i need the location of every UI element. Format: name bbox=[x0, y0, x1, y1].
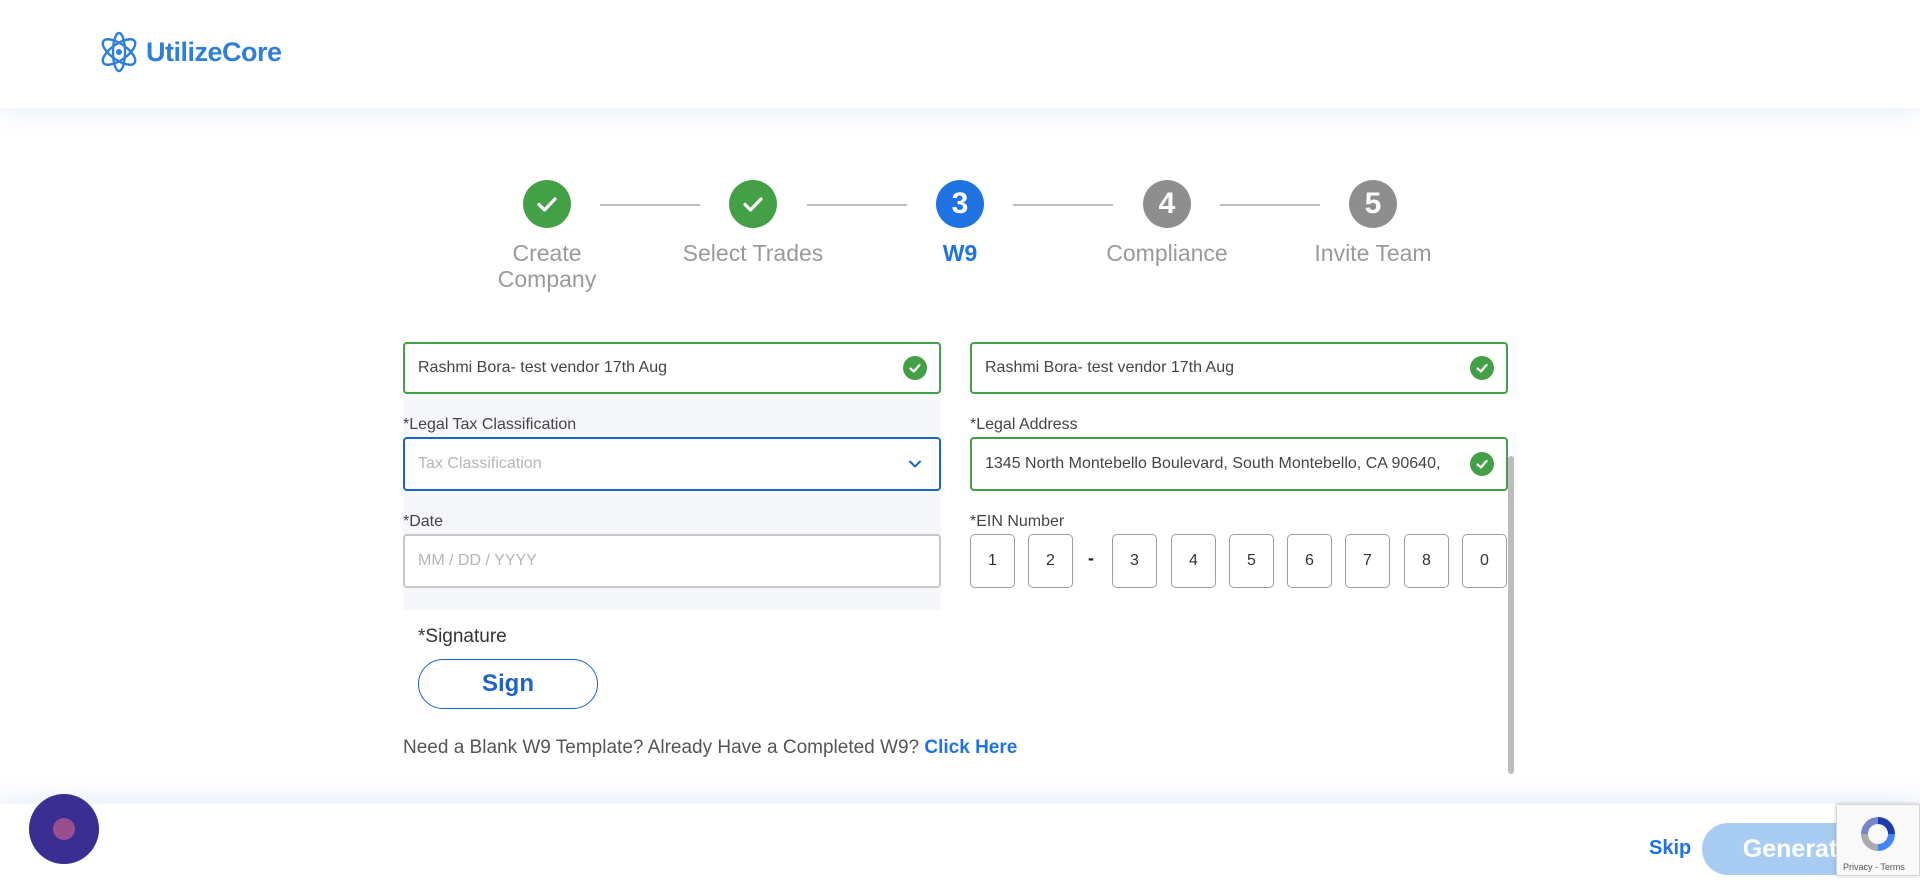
step-number-badge: 5 bbox=[1349, 180, 1397, 228]
step-label: Compliance bbox=[1106, 240, 1228, 266]
valid-check-icon bbox=[1470, 452, 1494, 476]
w9-template-text: Need a Blank W9 Template? Already Have a… bbox=[403, 737, 920, 758]
w9-form: Rashmi Bora- test vendor 17th Aug Rashmi… bbox=[0, 342, 1920, 775]
utilizecore-logo-icon bbox=[101, 31, 137, 73]
ein-separator: - bbox=[1088, 548, 1094, 568]
signature-label: *Signature bbox=[418, 626, 507, 647]
logo-text: UtilizeCore bbox=[146, 36, 282, 67]
ein-digit-input[interactable]: 6 bbox=[1287, 534, 1332, 588]
progress-stepper: Create Company Select Trades 3 W9 4 Comp… bbox=[0, 180, 1920, 300]
ein-digit-input[interactable]: 8 bbox=[1404, 534, 1449, 588]
step-create-company: Create Company bbox=[457, 180, 637, 292]
chat-icon bbox=[53, 818, 75, 840]
step-select-trades: Select Trades bbox=[663, 180, 843, 266]
step-label: Create Company bbox=[497, 240, 597, 292]
w9-template-prompt: Need a Blank W9 Template? Already Have a… bbox=[403, 737, 1017, 759]
step-label: W9 bbox=[942, 240, 978, 266]
date-placeholder: MM / DD / YYYY bbox=[418, 552, 537, 569]
valid-check-icon bbox=[1470, 356, 1494, 380]
step-invite-team: 5 Invite Team bbox=[1283, 180, 1463, 266]
step-compliance: 4 Compliance bbox=[1077, 180, 1257, 266]
ein-digit-input[interactable]: 7 bbox=[1345, 534, 1390, 588]
skip-button[interactable]: Skip bbox=[1649, 837, 1691, 860]
ein-digit-input[interactable]: 1 bbox=[970, 534, 1015, 588]
recaptcha-icon bbox=[1861, 817, 1895, 851]
date-label: *Date bbox=[403, 513, 444, 530]
ein-digit-input[interactable]: 2 bbox=[1028, 534, 1073, 588]
ein-digit-input[interactable]: 4 bbox=[1171, 534, 1216, 588]
business-name-field[interactable]: Rashmi Bora- test vendor 17th Aug bbox=[403, 342, 941, 394]
step-complete-badge bbox=[729, 180, 777, 228]
tax-classification-select[interactable]: Tax Classification bbox=[403, 437, 941, 491]
click-here-link[interactable]: Click Here bbox=[924, 737, 1017, 758]
legal-address-value: 1345 North Montebello Boulevard, South M… bbox=[985, 455, 1441, 472]
step-label: Select Trades bbox=[682, 240, 824, 266]
ein-digit-input[interactable]: 0 bbox=[1462, 534, 1507, 588]
legal-address-label: *Legal Address bbox=[970, 416, 1078, 433]
step-number-badge: 3 bbox=[936, 180, 984, 228]
step-complete-badge bbox=[523, 180, 571, 228]
step-w9: 3 W9 bbox=[870, 180, 1050, 266]
tax-classification-label: *Legal Tax Classification bbox=[403, 416, 577, 433]
date-input[interactable]: MM / DD / YYYY bbox=[403, 534, 941, 588]
checkmark-icon bbox=[537, 197, 557, 212]
ein-digit-input[interactable]: 5 bbox=[1229, 534, 1274, 588]
ein-digit-input[interactable]: 3 bbox=[1112, 534, 1157, 588]
form-scrollbar[interactable] bbox=[1508, 456, 1514, 774]
chevron-down-icon bbox=[909, 460, 921, 468]
checkmark-icon bbox=[743, 197, 763, 212]
chat-widget-button[interactable] bbox=[29, 794, 99, 864]
bottom-footer: ck Skip Generate Privacy - Terms bbox=[0, 794, 1920, 893]
step-label: Invite Team bbox=[1314, 240, 1432, 266]
legal-name-value: Rashmi Bora- test vendor 17th Aug bbox=[985, 359, 1235, 376]
legal-name-field[interactable]: Rashmi Bora- test vendor 17th Aug bbox=[970, 342, 1508, 394]
business-name-value: Rashmi Bora- test vendor 17th Aug bbox=[418, 359, 668, 376]
recaptcha-terms-text[interactable]: Privacy - Terms bbox=[1843, 862, 1905, 872]
step-number-badge: 4 bbox=[1143, 180, 1191, 228]
legal-address-field[interactable]: 1345 North Montebello Boulevard, South M… bbox=[970, 437, 1508, 491]
top-header: UtilizeCore bbox=[0, 0, 1920, 108]
ein-label: *EIN Number bbox=[970, 513, 1065, 530]
recaptcha-badge[interactable]: Privacy - Terms bbox=[1836, 804, 1920, 876]
sign-button[interactable]: Sign bbox=[418, 659, 598, 709]
valid-check-icon bbox=[903, 356, 927, 380]
tax-classification-placeholder: Tax Classification bbox=[418, 455, 542, 472]
logo[interactable]: UtilizeCore bbox=[98, 30, 282, 74]
